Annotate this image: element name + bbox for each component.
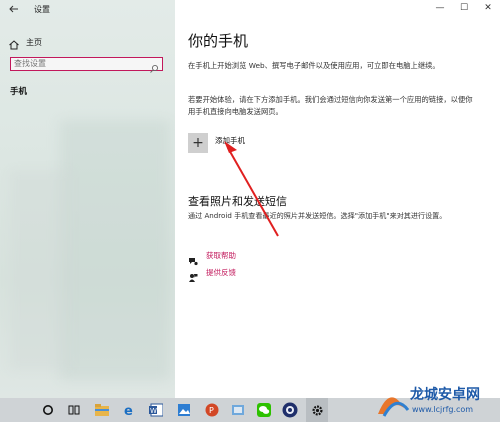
annotation-arrow-icon [224,141,279,237]
back-arrow-icon[interactable] [8,3,22,15]
main-content: — ☐ ✕ 你的手机 在手机上开始浏览 Web、撰写电子邮件以及使用应用，可立即… [175,0,500,398]
file-explorer-icon[interactable] [94,402,110,418]
sidebar-item-home[interactable]: 主页 [8,35,42,50]
task-view-icon[interactable] [66,402,82,418]
watermark-brand: 龙城安卓网 [410,387,480,403]
search-icon[interactable] [149,59,159,73]
sidebar-blur [10,170,70,370]
home-icon [8,36,20,50]
app-title: 设置 [34,5,50,14]
search-box[interactable] [10,57,163,73]
app-icon[interactable] [282,402,298,418]
svg-text:e: e [124,404,133,417]
edge-icon[interactable]: e [122,402,138,418]
sidebar: 设置 主页 手机 [0,0,175,398]
settings-window: 设置 主页 手机 — ☐ ✕ 你的手机 在手机上开始浏览 Web、撰写电子邮件以… [0,0,500,398]
settings-taskbar-icon[interactable] [306,398,328,422]
svg-text:P: P [209,406,214,415]
cortana-icon[interactable] [40,402,56,418]
wechat-icon[interactable] [256,402,272,418]
sidebar-item-label: 主页 [26,37,42,47]
word-icon[interactable]: W [148,402,164,418]
photo-viewer-icon[interactable] [230,402,246,418]
search-input[interactable] [14,58,144,69]
watermark-url: www.lcjrfg.com [412,405,474,414]
svg-text:W: W [150,407,157,415]
photos-icon[interactable] [176,402,192,418]
sidebar-item-phone[interactable]: 手机 [10,85,27,97]
powerpoint-icon[interactable]: P [204,402,220,418]
sidebar-blur [60,120,170,380]
